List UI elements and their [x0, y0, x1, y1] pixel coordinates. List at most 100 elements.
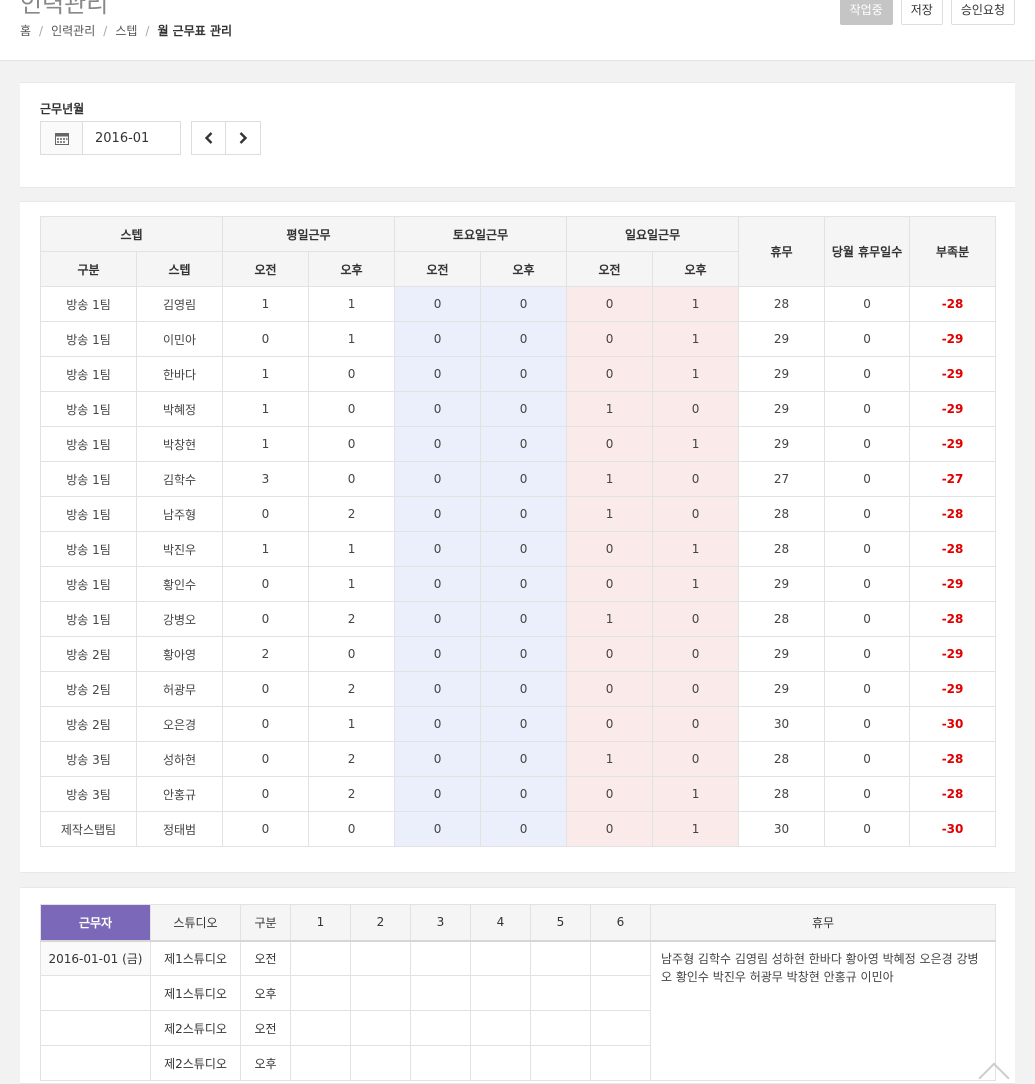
working-status-button[interactable]: 작업중 [839, 0, 893, 25]
group-header-saturday: 토요일근무 [394, 216, 568, 252]
next-month-button[interactable] [226, 121, 261, 155]
weekday-pm-cell: 1 [307, 531, 396, 567]
summary-panel: 스텝 평일근무 토요일근무 일요일근무 휴무 당월 휴무일수 부족분 구분 스텝… [20, 201, 1015, 873]
slot-cell[interactable] [350, 1045, 411, 1081]
weekday-pm-cell: 2 [307, 671, 396, 707]
save-button[interactable]: 저장 [900, 0, 943, 25]
staff-cell: 박창현 [136, 426, 223, 462]
slot-cell[interactable] [590, 940, 651, 976]
schedule-date: 2016-01-01 (금) [40, 940, 151, 976]
saturday-pm-cell: 0 [480, 566, 568, 602]
saturday-pm-cell: 0 [480, 811, 568, 847]
saturday-am-cell: 0 [394, 671, 482, 707]
team-cell: 방송 1팀 [40, 531, 137, 567]
monthly-off-cell: 0 [824, 741, 911, 777]
breadcrumb-hr[interactable]: 인력관리 [51, 22, 95, 39]
calendar-icon[interactable] [40, 121, 82, 155]
breadcrumb-separator: / [39, 23, 44, 38]
approval-request-button[interactable]: 승인요청 [950, 0, 1015, 25]
sunday-pm-cell: 1 [652, 426, 740, 462]
slot-cell[interactable] [470, 940, 531, 976]
off-days-cell: 28 [738, 601, 826, 637]
off-days-cell: 28 [738, 286, 826, 322]
off-days-cell: 29 [738, 636, 826, 672]
slot-cell[interactable] [290, 940, 351, 976]
shortage-cell: -30 [909, 811, 997, 847]
staff-cell: 오은경 [136, 706, 223, 742]
slot-cell[interactable] [470, 1010, 531, 1046]
slot-cell[interactable] [290, 975, 351, 1011]
sunday-am-cell: 0 [566, 426, 654, 462]
group-header-sunday: 일요일근무 [566, 216, 740, 252]
breadcrumb-staff[interactable]: 스텝 [115, 22, 137, 39]
sunday-am-cell: 1 [566, 496, 654, 532]
summary-row: 방송 2팀 허광무 0 2 0 0 0 0 29 0 -29 [40, 671, 997, 707]
slot-cell[interactable] [590, 1045, 651, 1081]
date-cell-empty [40, 1010, 151, 1046]
prev-month-button[interactable] [191, 121, 226, 155]
weekday-am-cell: 1 [222, 356, 309, 392]
sunday-am-cell: 0 [566, 321, 654, 357]
saturday-am-cell: 0 [394, 811, 482, 847]
slot-cell[interactable] [410, 1010, 471, 1046]
slot-cell[interactable] [530, 1010, 591, 1046]
weekday-pm-cell: 1 [307, 321, 396, 357]
slot-cell[interactable] [530, 975, 591, 1011]
sunday-pm-cell: 0 [652, 706, 740, 742]
slot-cell[interactable] [350, 1010, 411, 1046]
summary-row: 방송 1팀 박혜정 1 0 0 0 1 0 29 0 -29 [40, 391, 997, 427]
off-days-cell: 28 [738, 741, 826, 777]
slot-cell[interactable] [470, 975, 531, 1011]
saturday-pm-cell: 0 [480, 706, 568, 742]
slot-cell[interactable] [350, 940, 411, 976]
team-cell: 방송 1팀 [40, 496, 137, 532]
sunday-am-cell: 0 [566, 531, 654, 567]
slot-cell[interactable] [590, 1010, 651, 1046]
summary-row: 방송 1팀 김영림 1 1 0 0 0 1 28 0 -28 [40, 286, 997, 322]
team-cell: 방송 1팀 [40, 461, 137, 497]
saturday-pm-cell: 0 [480, 356, 568, 392]
date-cell-empty [40, 1045, 151, 1081]
slot-cell[interactable] [590, 975, 651, 1011]
slot-cell[interactable] [470, 1045, 531, 1081]
monthly-off-cell: 0 [824, 356, 911, 392]
staff-cell: 김학수 [136, 461, 223, 497]
saturday-am-cell: 0 [394, 741, 482, 777]
header-rest: 휴무 [650, 904, 996, 942]
saturday-pm-cell: 0 [480, 321, 568, 357]
sunday-pm-cell: 0 [652, 741, 740, 777]
sunday-pm-cell: 1 [652, 531, 740, 567]
team-cell: 방송 2팀 [40, 671, 137, 707]
team-cell: 방송 1팀 [40, 566, 137, 602]
saturday-am-cell: 0 [394, 706, 482, 742]
slot-cell[interactable] [410, 1045, 471, 1081]
slot-cell[interactable] [290, 1010, 351, 1046]
off-days-cell: 30 [738, 706, 826, 742]
sunday-am-cell: 0 [566, 706, 654, 742]
weekday-pm-cell: 1 [307, 286, 396, 322]
sunday-am-cell: 0 [566, 776, 654, 812]
subheader-staff: 스텝 [136, 251, 223, 287]
team-cell: 방송 2팀 [40, 636, 137, 672]
weekday-pm-cell: 0 [307, 356, 396, 392]
breadcrumb-home[interactable]: 홈 [20, 22, 31, 39]
staff-cell: 성하현 [136, 741, 223, 777]
slot-cell[interactable] [530, 1045, 591, 1081]
slot-cell[interactable] [410, 975, 471, 1011]
weekday-pm-cell: 0 [307, 811, 396, 847]
work-month-input[interactable]: 2016-01 [82, 121, 181, 155]
weekday-pm-cell: 0 [307, 461, 396, 497]
sunday-pm-cell: 0 [652, 601, 740, 637]
slot-cell[interactable] [530, 940, 591, 976]
sunday-pm-cell: 1 [652, 811, 740, 847]
weekday-am-cell: 1 [222, 391, 309, 427]
monthly-off-cell: 0 [824, 321, 911, 357]
saturday-am-cell: 0 [394, 391, 482, 427]
schedule-row: 2016-01-01 (금) 제1스튜디오 오전 남주형 김학수 김영림 성하현… [40, 940, 996, 1081]
slot-cell[interactable] [290, 1045, 351, 1081]
sunday-am-cell: 0 [566, 636, 654, 672]
shortage-cell: -29 [909, 356, 997, 392]
slot-cell[interactable] [350, 975, 411, 1011]
slot-cell[interactable] [410, 940, 471, 976]
off-days-cell: 29 [738, 426, 826, 462]
